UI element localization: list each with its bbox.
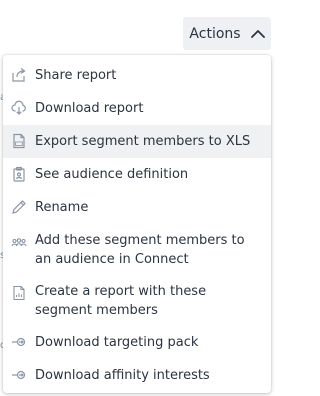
xls-file-icon — [11, 133, 27, 149]
actions-button[interactable]: Actions — [183, 17, 271, 50]
menu-item-create-report[interactable]: Create a report with these segment membe… — [3, 275, 271, 326]
menu-item-label: See audience definition — [35, 166, 189, 182]
cloud-download-icon — [11, 100, 27, 116]
menu-item-label: Export segment members to XLS — [35, 133, 251, 149]
report-file-icon — [11, 285, 27, 301]
menu-item-share-report[interactable]: Share report — [3, 59, 271, 92]
menu-item-label: Add these segment members to an audience… — [35, 233, 245, 267]
arrow-download-icon — [11, 334, 27, 350]
menu-item-label: Create a report with these segment membe… — [35, 284, 207, 318]
audience-definition-icon — [11, 166, 27, 182]
menu-item-download-affinity-interests[interactable]: Download affinity interests — [3, 359, 271, 392]
menu-item-export-xls[interactable]: Export segment members to XLS — [3, 125, 271, 158]
people-group-icon — [11, 234, 27, 250]
menu-item-download-report[interactable]: Download report — [3, 92, 271, 125]
menu-item-download-targeting-pack[interactable]: Download targeting pack — [3, 326, 271, 359]
menu-item-label: Download targeting pack — [35, 334, 199, 350]
menu-item-label: Download affinity interests — [35, 367, 210, 383]
share-icon — [11, 67, 27, 83]
chevron-up-icon — [250, 30, 265, 38]
menu-item-label: Share report — [35, 67, 117, 83]
menu-item-label: Rename — [35, 199, 89, 215]
actions-dropdown-menu: Share report Download report Export segm… — [3, 55, 271, 393]
menu-item-rename[interactable]: Rename — [3, 191, 271, 224]
menu-item-label: Download report — [35, 100, 144, 116]
actions-button-label: Actions — [189, 25, 241, 42]
pencil-icon — [11, 199, 27, 215]
menu-item-add-to-audience-connect[interactable]: Add these segment members to an audience… — [3, 224, 271, 275]
menu-item-see-audience-definition[interactable]: See audience definition — [3, 158, 271, 191]
arrow-download-icon — [11, 367, 27, 383]
